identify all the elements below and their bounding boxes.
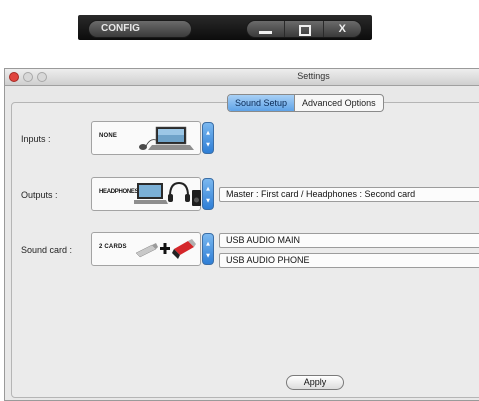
chevron-up-icon: ▲ <box>206 241 210 247</box>
maximize-button[interactable] <box>284 21 322 37</box>
tab-bar: Sound Setup Advanced Options <box>227 94 384 112</box>
title-bar: Settings <box>5 69 479 86</box>
sound-card-device-icons <box>135 239 196 259</box>
inputs-selection: NONE <box>99 133 118 139</box>
usb-audio-phone-field[interactable]: USB AUDIO PHONE <box>219 253 479 268</box>
outputs-label: Outputs : <box>21 190 58 200</box>
settings-window: Settings Sound Setup Advanced Options In… <box>4 68 479 401</box>
sound-card-selector[interactable]: 2 CARDS <box>91 232 201 266</box>
maximize-icon <box>298 25 311 36</box>
outputs-stepper[interactable]: ▲ ▼ <box>202 178 214 210</box>
headphones-icon <box>168 181 190 202</box>
chevron-down-icon: ▼ <box>206 198 210 204</box>
outputs-routing-field[interactable]: Master : First card / Headphones : Secon… <box>219 187 479 202</box>
usb-stick-icon <box>135 243 158 258</box>
sound-card-stepper[interactable]: ▲ ▼ <box>202 233 214 265</box>
sound-card-selection: 2 CARDS <box>99 244 127 250</box>
laptop-icon <box>148 126 194 150</box>
laptop-icon <box>134 183 168 204</box>
inputs-device-icons <box>139 126 194 150</box>
chevron-down-icon: ▼ <box>206 142 210 148</box>
config-button[interactable]: CONFIG <box>88 20 192 38</box>
window-controls: X <box>246 20 362 38</box>
usb-audio-card-icon <box>172 239 196 259</box>
inputs-selector[interactable]: NONE <box>91 121 201 155</box>
inputs-stepper[interactable]: ▲ ▼ <box>202 122 214 154</box>
inputs-label: Inputs : <box>21 134 51 144</box>
apply-button[interactable]: Apply <box>286 375 344 390</box>
window-title: Settings <box>297 71 330 81</box>
outputs-selector[interactable]: HEADPHONES <box>91 177 201 211</box>
tab-advanced-options[interactable]: Advanced Options <box>295 95 383 111</box>
chevron-up-icon: ▲ <box>206 186 210 192</box>
minimize-button[interactable] <box>247 21 284 37</box>
speaker-icon <box>192 190 201 206</box>
close-button[interactable]: X <box>322 21 361 37</box>
app-toolbar: CONFIG X <box>78 15 372 40</box>
outputs-device-icons <box>134 181 201 206</box>
usb-audio-main-field[interactable]: USB AUDIO MAIN <box>219 233 479 248</box>
outputs-selection: HEADPHONES <box>99 189 139 195</box>
plus-icon <box>160 243 170 254</box>
chevron-up-icon: ▲ <box>206 130 210 136</box>
chevron-down-icon: ▼ <box>206 253 210 259</box>
sound-card-label: Sound card : <box>21 245 73 255</box>
tab-sound-setup[interactable]: Sound Setup <box>228 95 296 111</box>
minimize-icon <box>259 31 273 34</box>
settings-panel <box>11 102 479 398</box>
